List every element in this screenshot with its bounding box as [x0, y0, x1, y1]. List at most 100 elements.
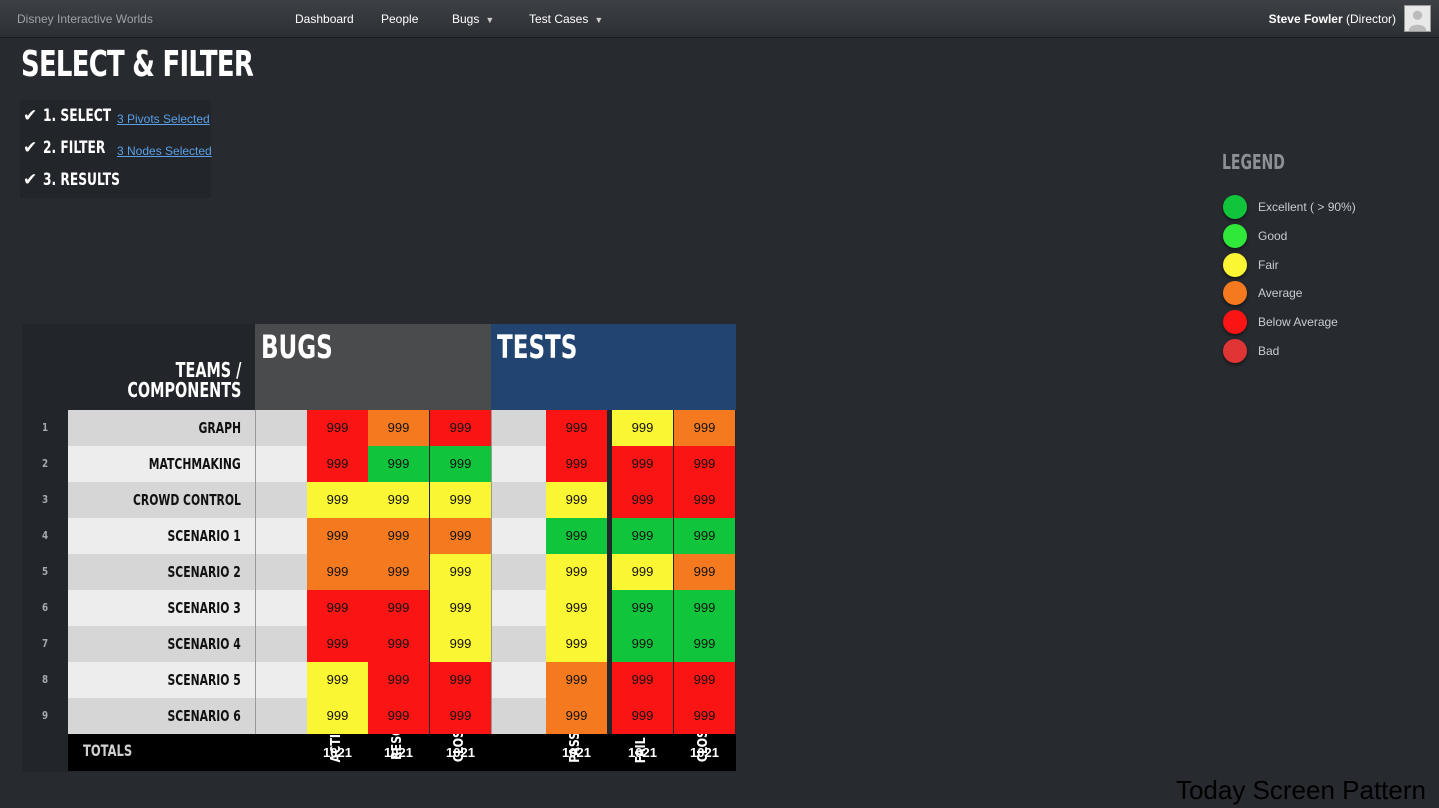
- data-cell[interactable]: 999: [546, 482, 607, 518]
- legend-dot-icon: [1223, 252, 1247, 277]
- data-cell[interactable]: 999: [368, 662, 429, 698]
- data-cell[interactable]: 999: [612, 482, 673, 518]
- row-spacer: [255, 698, 307, 734]
- row-name[interactable]: MATCHMAKING: [68, 446, 255, 482]
- user-info[interactable]: Steve Fowler (Director): [1269, 12, 1396, 26]
- teams-components-header: TEAMS / COMPONENTS: [126, 358, 241, 402]
- total-value: 1021: [690, 745, 719, 760]
- data-cell[interactable]: 999: [430, 590, 491, 626]
- row-spacer: [491, 518, 546, 554]
- data-cell[interactable]: 999: [368, 446, 429, 482]
- row-name[interactable]: SCENARIO 2: [68, 554, 255, 590]
- row-name[interactable]: CROWD CONTROL: [68, 482, 255, 518]
- row-spacer: [491, 482, 546, 518]
- data-cell[interactable]: 999: [307, 590, 368, 626]
- row-spacer: [255, 482, 307, 518]
- step-results: ✔ 3. RESULTS: [23, 170, 120, 190]
- data-cell[interactable]: 999: [612, 698, 673, 734]
- row-name[interactable]: SCENARIO 4: [68, 626, 255, 662]
- row-name[interactable]: GRAPH: [68, 410, 255, 446]
- data-cell[interactable]: 999: [674, 482, 735, 518]
- data-cell[interactable]: 999: [368, 554, 429, 590]
- row-number: 7: [41, 637, 49, 650]
- data-cell[interactable]: 999: [546, 446, 607, 482]
- data-cell[interactable]: 999: [674, 410, 735, 446]
- data-cell[interactable]: 999: [430, 410, 491, 446]
- data-cell[interactable]: 999: [674, 446, 735, 482]
- tests-header: TESTS: [491, 324, 736, 410]
- data-cell[interactable]: 999: [430, 554, 491, 590]
- data-cell[interactable]: 999: [307, 626, 368, 662]
- data-cell[interactable]: 999: [368, 626, 429, 662]
- data-cell[interactable]: 999: [430, 698, 491, 734]
- nav-test-cases[interactable]: Test Cases ▼: [529, 12, 603, 26]
- legend-title: LEGEND: [1222, 150, 1285, 174]
- checkmark-icon: ✔: [23, 170, 38, 189]
- row-name[interactable]: SCENARIO 3: [68, 590, 255, 626]
- row-spacer: [491, 410, 546, 446]
- data-cell[interactable]: 999: [368, 698, 429, 734]
- legend-label: Excellent ( > 90%): [1258, 200, 1356, 214]
- data-cell[interactable]: 999: [612, 662, 673, 698]
- data-cell[interactable]: 999: [307, 518, 368, 554]
- data-cell[interactable]: 999: [368, 518, 429, 554]
- data-cell[interactable]: 999: [307, 410, 368, 446]
- brand-name[interactable]: Disney Interactive Worlds: [17, 12, 153, 26]
- data-cell[interactable]: 999: [612, 590, 673, 626]
- data-cell[interactable]: 999: [674, 554, 735, 590]
- data-cell[interactable]: 999: [674, 626, 735, 662]
- data-cell[interactable]: 999: [307, 662, 368, 698]
- avatar[interactable]: [1404, 5, 1431, 32]
- data-cell[interactable]: 999: [307, 446, 368, 482]
- data-cell[interactable]: 999: [674, 662, 735, 698]
- data-cell[interactable]: 999: [368, 482, 429, 518]
- data-cell[interactable]: 999: [546, 698, 607, 734]
- data-cell[interactable]: 999: [307, 482, 368, 518]
- row-spacer: [255, 518, 307, 554]
- data-cell[interactable]: 999: [307, 698, 368, 734]
- nav-people[interactable]: People: [381, 12, 418, 26]
- results-grid: TEAMS / COMPONENTS BUGS TESTS TOTALS ACT…: [22, 324, 736, 772]
- nav-bugs[interactable]: Bugs ▼: [452, 12, 494, 26]
- data-cell[interactable]: 999: [546, 410, 607, 446]
- data-cell[interactable]: 999: [546, 662, 607, 698]
- row-spacer: [255, 662, 307, 698]
- data-cell[interactable]: 999: [368, 590, 429, 626]
- data-cell[interactable]: 999: [546, 554, 607, 590]
- nodes-selected-link[interactable]: 3 Nodes Selected: [117, 144, 212, 158]
- data-cell[interactable]: 999: [546, 590, 607, 626]
- data-cell[interactable]: 999: [612, 626, 673, 662]
- legend-dot-icon: [1223, 310, 1247, 335]
- data-cell[interactable]: 999: [674, 698, 735, 734]
- legend-label: Below Average: [1258, 315, 1338, 330]
- data-cell[interactable]: 999: [307, 554, 368, 590]
- legend-label: Average: [1258, 286, 1303, 301]
- data-cell[interactable]: 999: [368, 410, 429, 446]
- row-name[interactable]: SCENARIO 5: [68, 662, 255, 698]
- row-spacer: [255, 590, 307, 626]
- row-number: 2: [41, 457, 49, 470]
- data-cell[interactable]: 999: [612, 554, 673, 590]
- data-cell[interactable]: 999: [612, 446, 673, 482]
- row-name[interactable]: SCENARIO 1: [68, 518, 255, 554]
- caption: Today Screen Pattern: [1175, 775, 1426, 805]
- nav-dashboard[interactable]: Dashboard: [295, 12, 354, 26]
- steps-panel: ✔ 1. SELECT 3 Pivots Selected ✔ 2. FILTER …: [20, 100, 212, 198]
- data-cell[interactable]: 999: [430, 446, 491, 482]
- pivots-selected-link[interactable]: 3 Pivots Selected: [117, 112, 210, 126]
- data-cell[interactable]: 999: [674, 590, 735, 626]
- legend-dot-icon: [1223, 223, 1247, 248]
- data-cell[interactable]: 999: [546, 518, 607, 554]
- data-cell[interactable]: 999: [612, 410, 673, 446]
- legend-dot-icon: [1223, 339, 1247, 363]
- data-cell[interactable]: 999: [430, 662, 491, 698]
- data-cell[interactable]: 999: [674, 518, 735, 554]
- total-value: 1021: [446, 745, 475, 760]
- data-cell[interactable]: 999: [612, 518, 673, 554]
- data-cell[interactable]: 999: [430, 518, 491, 554]
- user-silhouette-icon: [1405, 6, 1430, 31]
- data-cell[interactable]: 999: [546, 626, 607, 662]
- row-name[interactable]: SCENARIO 6: [68, 698, 255, 734]
- data-cell[interactable]: 999: [430, 482, 491, 518]
- data-cell[interactable]: 999: [430, 626, 491, 662]
